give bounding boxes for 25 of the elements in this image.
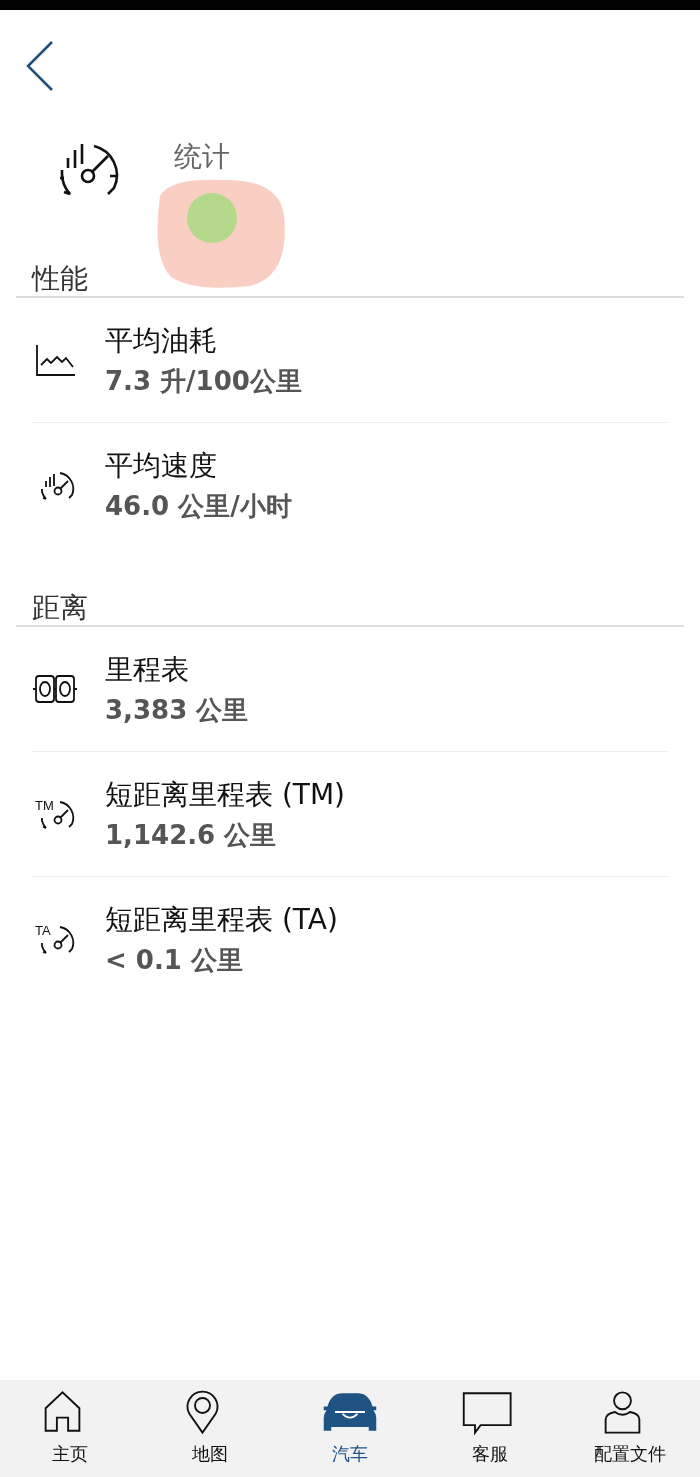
- nav-tab[interactable]: 主页: [0, 1380, 140, 1477]
- nav-tab[interactable]: 地图: [140, 1380, 280, 1477]
- back-icon[interactable]: [25, 40, 55, 92]
- stat-row[interactable]: TA 短距离里程表 (TA) < 0.1 公里: [32, 877, 668, 1001]
- stat-label: 短距离里程表 (TM): [105, 776, 345, 813]
- odometer-icon: [32, 673, 78, 705]
- stat-value: < 0.1 公里: [105, 943, 244, 977]
- page-title: 统计: [174, 139, 230, 175]
- stat-label: 短距离里程表 (TA): [105, 901, 338, 938]
- nav-tab[interactable]: 汽车: [280, 1380, 420, 1477]
- stat-label: 平均速度: [105, 447, 218, 484]
- stat-row[interactable]: 平均速度 46.0 公里/小时: [32, 423, 668, 547]
- nav-tab[interactable]: 配置文件: [560, 1380, 700, 1477]
- stat-label: 平均油耗: [105, 322, 218, 359]
- stat-value: 3,383 公里: [105, 693, 249, 727]
- stat-row[interactable]: 平均油耗 7.3 升/100公里: [32, 298, 668, 423]
- stat-value: 7.3 升/100公里: [105, 364, 302, 398]
- stat-row[interactable]: TM 短距离里程表 (TM) 1,142.6 公里: [32, 752, 668, 877]
- nav-tab[interactable]: 客服: [420, 1380, 560, 1477]
- stat-row[interactable]: 里程表 3,383 公里: [32, 627, 668, 752]
- section-title: 性能: [16, 262, 684, 298]
- stat-label: 里程表: [105, 651, 190, 688]
- stat-value: 1,142.6 公里: [105, 818, 278, 852]
- stat-value: 46.0 公里/小时: [105, 489, 292, 523]
- section-title: 距离: [16, 591, 684, 627]
